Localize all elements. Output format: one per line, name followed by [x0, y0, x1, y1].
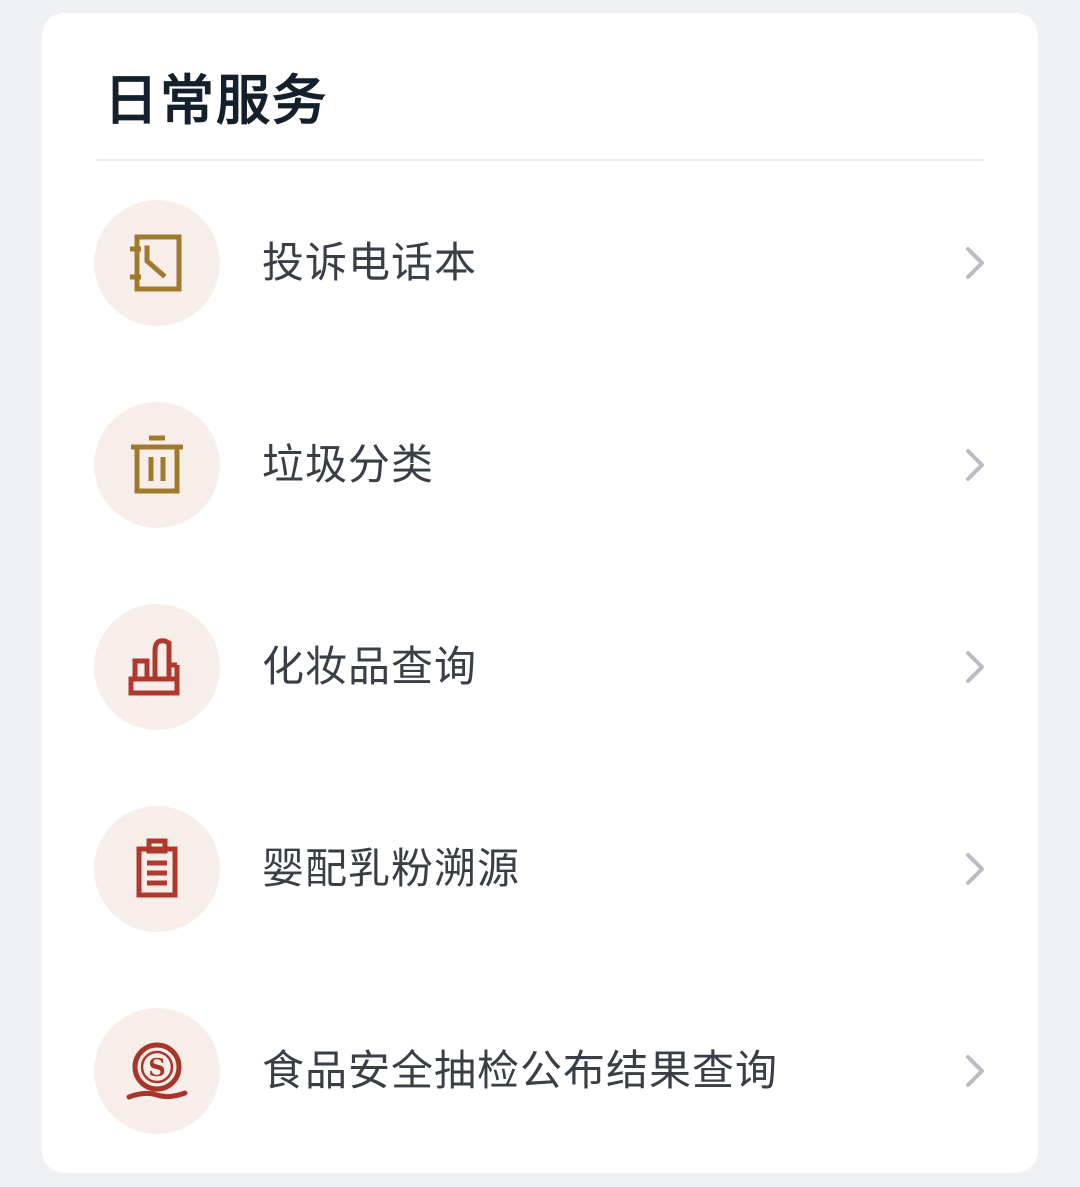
chevron-right-icon: [958, 851, 992, 887]
list-item-infant-formula-trace[interactable]: 婴配乳粉溯源: [42, 789, 1038, 949]
trash-bin-icon: [131, 435, 183, 494]
divider: [97, 159, 983, 161]
card-title: 日常服务: [104, 69, 328, 132]
clipboard-icon: [136, 838, 178, 898]
chevron-right-icon: [958, 447, 992, 483]
list-item-food-safety-results[interactable]: S 食品安全抽检公布结果查询: [42, 991, 1038, 1151]
item-label: 垃圾分类: [262, 440, 435, 489]
svg-text:S: S: [148, 1053, 165, 1082]
list-item-complaint-phonebook[interactable]: 投诉电话本: [42, 183, 1038, 343]
s-seal-icon: S: [126, 1042, 188, 1100]
item-label: 投诉电话本: [262, 238, 478, 287]
item-label: 食品安全抽检公布结果查询: [262, 1046, 779, 1095]
phone-book-icon: [130, 234, 182, 292]
chevron-right-icon: [958, 245, 992, 281]
chevron-right-icon: [958, 649, 992, 685]
clipboard-icon-circle: [94, 806, 220, 932]
s-seal-icon-circle: S: [94, 1008, 220, 1134]
trash-bin-icon-circle: [94, 402, 220, 528]
lipstick-icon: [128, 638, 180, 696]
list-item-garbage-sorting[interactable]: 垃圾分类: [42, 385, 1038, 545]
item-label: 婴配乳粉溯源: [262, 844, 521, 893]
lipstick-icon-circle: [94, 604, 220, 730]
daily-services-card: 日常服务 投诉电话本 垃圾分类 化妆品查询 婴配乳粉溯源 S 食品安全抽检公布结…: [42, 13, 1038, 1173]
item-label: 化妆品查询: [262, 642, 478, 691]
phone-book-icon-circle: [94, 200, 220, 326]
list-item-cosmetics-query[interactable]: 化妆品查询: [42, 587, 1038, 747]
chevron-right-icon: [958, 1053, 992, 1089]
